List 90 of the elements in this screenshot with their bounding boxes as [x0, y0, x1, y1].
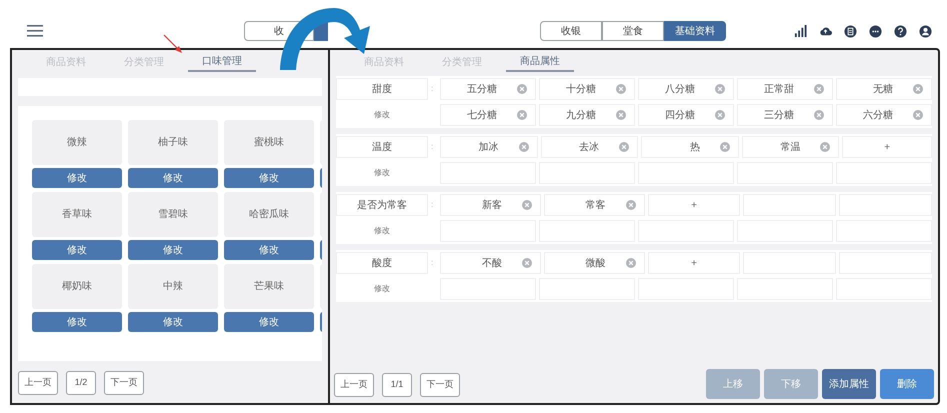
separator: : — [431, 199, 434, 211]
remove-icon[interactable] — [814, 84, 824, 94]
option-cell[interactable]: 微酸 — [544, 252, 645, 274]
menu-icon[interactable] — [27, 25, 43, 37]
option-cell[interactable]: 去冰 — [540, 136, 638, 158]
next-page-button[interactable]: 下一页 — [420, 373, 460, 397]
option-cell[interactable]: 不酸 — [440, 252, 541, 274]
option-cell[interactable]: 正常甜 — [737, 78, 833, 100]
option-cell[interactable]: 常温 — [742, 136, 840, 158]
flavor-card[interactable]: 微辣 — [32, 120, 122, 165]
option-cell[interactable]: 无糖 — [836, 78, 932, 100]
option-cell[interactable]: 新客 — [440, 194, 541, 216]
option-cell[interactable]: 七分糖 — [440, 104, 536, 126]
remove-icon[interactable] — [626, 200, 636, 210]
edit-button[interactable]: 修改 — [128, 312, 218, 332]
annotation-arrow — [163, 34, 185, 56]
option-cell[interactable]: 热 — [641, 136, 739, 158]
action-button[interactable]: 删除 — [880, 369, 934, 399]
option-cell[interactable]: 十分糖 — [539, 78, 635, 100]
remove-icon[interactable] — [616, 110, 626, 120]
option-cell[interactable]: 九分糖 — [539, 104, 635, 126]
flavor-card[interactable]: 雪碧味 — [128, 192, 218, 237]
option-cell[interactable]: 八分糖 — [638, 78, 734, 100]
remove-icon[interactable] — [616, 84, 626, 94]
edit-button[interactable]: 修改 — [128, 168, 218, 188]
attribute-name: 酸度 — [336, 252, 428, 274]
cloud-upload-icon[interactable] — [819, 24, 832, 38]
edit-button[interactable]: 修改 — [32, 312, 122, 332]
remove-icon[interactable] — [518, 142, 529, 152]
flavor-card[interactable]: 中辣 — [128, 264, 218, 309]
edit-link[interactable]: 修改 — [336, 104, 428, 126]
attribute-name: 温度 — [336, 136, 428, 158]
action-button[interactable]: 添加属性 — [822, 369, 876, 399]
edit-button[interactable]: 修改 — [32, 168, 122, 188]
remove-icon[interactable] — [720, 142, 730, 152]
segment-button[interactable]: 收银 — [540, 21, 602, 41]
page-indicator: 1/1 — [382, 373, 412, 397]
remove-icon[interactable] — [626, 258, 636, 268]
separator: : — [431, 83, 434, 95]
option-cell[interactable]: 三分糖 — [737, 104, 833, 126]
chat-icon[interactable] — [869, 24, 882, 38]
segment-button[interactable]: 堂食 — [602, 21, 664, 41]
add-option-button[interactable]: + — [842, 136, 932, 158]
edit-link[interactable]: 修改 — [336, 220, 428, 242]
remove-icon[interactable] — [913, 84, 923, 94]
remove-icon[interactable] — [517, 84, 527, 94]
separator: : — [431, 257, 434, 269]
tab[interactable]: 商品属性 — [506, 52, 574, 72]
next-page-button[interactable]: 下一页 — [104, 371, 144, 395]
add-option-button[interactable]: + — [648, 194, 740, 216]
remove-icon[interactable] — [913, 110, 923, 120]
flavor-card[interactable]: 芒果味 — [224, 264, 314, 309]
attribute-name: 是否为常客 — [336, 194, 428, 216]
previous-page-button[interactable]: 上一页 — [18, 371, 58, 395]
edit-button[interactable]: 修改 — [128, 240, 218, 260]
help-icon[interactable] — [894, 24, 907, 38]
separator: : — [431, 141, 434, 153]
edit-button[interactable]: 修改 — [224, 240, 314, 260]
remove-icon[interactable] — [522, 258, 532, 268]
remove-icon[interactable] — [715, 84, 725, 94]
edit-button[interactable]: 修改 — [224, 312, 314, 332]
option-cell[interactable]: 加冰 — [440, 136, 538, 158]
page-indicator: 1/2 — [66, 371, 96, 395]
signal-icon[interactable] — [794, 24, 807, 38]
flavor-card[interactable]: 香草味 — [32, 192, 122, 237]
option-cell[interactable]: 常客 — [544, 194, 645, 216]
edit-link[interactable]: 修改 — [336, 278, 428, 300]
remove-icon[interactable] — [820, 142, 830, 152]
remove-icon[interactable] — [814, 110, 824, 120]
receipt-icon[interactable] — [844, 24, 857, 38]
flavor-card[interactable]: 哈密瓜味 — [224, 192, 314, 237]
remove-icon[interactable] — [715, 110, 725, 120]
flavor-card[interactable]: 椰奶味 — [32, 264, 122, 309]
remove-icon[interactable] — [619, 142, 630, 152]
tab[interactable]: 口味管理 — [188, 52, 256, 72]
user-icon[interactable] — [919, 24, 932, 38]
flavor-card[interactable]: 柚子味 — [128, 120, 218, 165]
segment-button[interactable]: 基础资料 — [664, 21, 726, 41]
flavor-card[interactable]: 蜜桃味 — [224, 120, 314, 165]
edit-button[interactable]: 修改 — [32, 240, 122, 260]
attribute-name: 甜度 — [336, 78, 428, 100]
edit-link[interactable]: 修改 — [336, 162, 428, 184]
option-cell[interactable]: 五分糖 — [440, 78, 536, 100]
add-option-button[interactable]: + — [648, 252, 740, 274]
edit-button[interactable]: 修改 — [224, 168, 314, 188]
option-cell[interactable]: 四分糖 — [638, 104, 734, 126]
previous-page-button[interactable]: 上一页 — [334, 373, 374, 397]
remove-icon[interactable] — [522, 200, 532, 210]
remove-icon[interactable] — [517, 110, 527, 120]
option-cell[interactable]: 六分糖 — [836, 104, 932, 126]
